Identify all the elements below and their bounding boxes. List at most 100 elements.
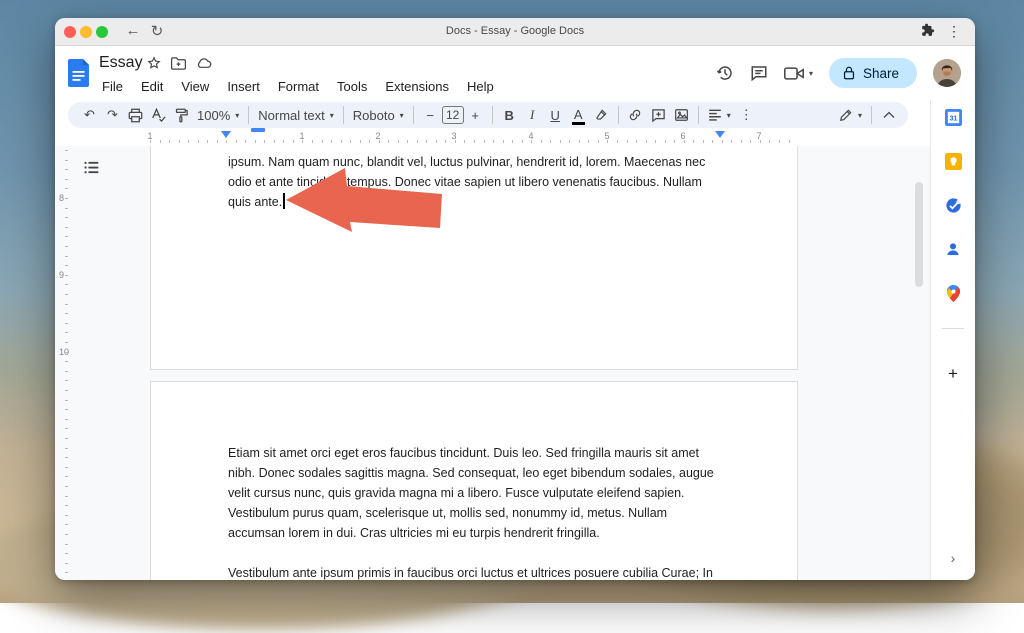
- ruler-tick: [65, 323, 68, 324]
- ruler-tick: [65, 188, 68, 189]
- google-calendar-icon[interactable]: 31: [944, 108, 962, 126]
- hide-side-panel-chevron[interactable]: ›: [951, 550, 956, 566]
- browser-menu-icon[interactable]: ⋮: [947, 23, 961, 40]
- ruler-tick: [226, 140, 227, 143]
- user-avatar[interactable]: [933, 59, 961, 87]
- font-size-input[interactable]: 12: [442, 106, 464, 124]
- add-comment-icon[interactable]: [647, 104, 670, 126]
- google-tasks-icon[interactable]: [944, 196, 962, 214]
- paint-format-icon[interactable]: [170, 104, 193, 126]
- ruler-tick: [65, 524, 68, 525]
- google-keep-icon[interactable]: [944, 152, 962, 170]
- ruler-tick: [331, 140, 332, 143]
- ruler-tick: [731, 140, 732, 143]
- highlight-color-icon[interactable]: [590, 104, 613, 126]
- lock-icon: [843, 66, 855, 80]
- ruler-tick: [341, 140, 342, 143]
- move-to-folder-icon[interactable]: [171, 57, 186, 70]
- ruler-tick: [65, 496, 68, 497]
- document-page-2[interactable]: Etiam sit amet orci eget eros faucibus t…: [150, 381, 798, 580]
- ruler-tick: [665, 140, 666, 143]
- spellcheck-icon[interactable]: [147, 104, 170, 126]
- ruler-tick: [65, 246, 68, 247]
- redo-icon[interactable]: ↷: [101, 104, 124, 126]
- print-icon[interactable]: [124, 104, 147, 126]
- menu-item[interactable]: Extensions: [378, 77, 456, 96]
- ruler-tick: [65, 515, 68, 516]
- meet-dropdown-caret-icon[interactable]: ▾: [809, 69, 813, 78]
- vertical-scrollbar-thumb[interactable]: [915, 182, 923, 287]
- text-line: velit cursus nunc, quis gravida magna mi…: [228, 483, 714, 503]
- ruler-tick: [255, 140, 256, 143]
- ruler-tick: [474, 140, 475, 143]
- document-title[interactable]: Essay: [99, 54, 143, 72]
- version-history-icon[interactable]: [716, 64, 734, 82]
- chevron-down-icon: ▾: [330, 111, 334, 120]
- ruler-tick: [531, 140, 532, 143]
- comments-icon[interactable]: [750, 64, 768, 82]
- chevron-down-icon: ▾: [400, 111, 404, 120]
- underline-button[interactable]: U: [544, 104, 567, 126]
- left-indent-marker[interactable]: [221, 131, 231, 138]
- ruler-tick: [65, 265, 68, 266]
- ruler-tick: [588, 140, 589, 143]
- text-line: Etiam sit amet orci eget eros faucibus t…: [228, 443, 714, 463]
- menu-item[interactable]: Tools: [330, 77, 374, 96]
- more-options-icon[interactable]: ⋮: [735, 104, 758, 126]
- ruler-tick: [65, 400, 68, 401]
- insert-image-icon[interactable]: [670, 104, 693, 126]
- menu-item[interactable]: Format: [271, 77, 326, 96]
- menu-item[interactable]: Insert: [220, 77, 267, 96]
- google-docs-logo[interactable]: [68, 59, 89, 87]
- text-line: Vestibulum purus quam, scelerisque ut, m…: [228, 503, 714, 523]
- menu-item[interactable]: File: [95, 77, 130, 96]
- menu-item[interactable]: Edit: [134, 77, 170, 96]
- google-contacts-icon[interactable]: [944, 240, 962, 258]
- document-page-1[interactable]: ipsum. Nam quam nunc, blandit vel, luctu…: [150, 146, 798, 370]
- meet-video-call-icon[interactable]: [784, 66, 804, 81]
- font-select[interactable]: Roboto▾: [349, 108, 408, 123]
- ruler-tick: [65, 448, 68, 449]
- browser-window: ← ↻ Docs - Essay - Google Docs ⋮ Essay: [55, 18, 975, 580]
- share-button[interactable]: Share: [829, 58, 917, 88]
- show-document-outline-icon[interactable]: [80, 156, 102, 178]
- ruler-tick: [712, 140, 713, 143]
- horizontal-ruler[interactable]: 11234567: [55, 130, 975, 146]
- insert-link-icon[interactable]: [624, 104, 647, 126]
- ruler-tick: [426, 140, 427, 143]
- menu-item[interactable]: Help: [460, 77, 501, 96]
- right-indent-marker[interactable]: [715, 131, 725, 138]
- zoom-select[interactable]: 100%▾: [193, 108, 243, 123]
- ruler-tick: [598, 140, 599, 143]
- star-icon[interactable]: [147, 56, 161, 70]
- ruler-tick: [65, 563, 68, 564]
- ruler-tick: [65, 227, 68, 228]
- extensions-puzzle-icon[interactable]: [921, 23, 935, 37]
- ruler-tick: [512, 140, 513, 143]
- undo-icon[interactable]: ↶: [78, 104, 101, 126]
- paragraph-style-select[interactable]: Normal text▾: [254, 108, 337, 123]
- ruler-tick: [283, 140, 284, 143]
- editing-mode-select[interactable]: ▾: [835, 108, 866, 122]
- ruler-tick: [646, 140, 647, 143]
- get-add-ons-button[interactable]: +: [948, 364, 958, 384]
- bold-button[interactable]: B: [498, 104, 521, 126]
- decrease-font-size-button[interactable]: −: [419, 104, 442, 126]
- ruler-tick: [493, 140, 494, 143]
- ruler-tick: [65, 380, 68, 381]
- ruler-tick: [65, 179, 68, 180]
- hide-menus-chevron-icon[interactable]: [877, 104, 900, 126]
- ruler-tick: [350, 140, 351, 143]
- cloud-status-icon[interactable]: [196, 57, 212, 69]
- ruler-tick: [541, 140, 542, 143]
- google-maps-icon[interactable]: [944, 284, 962, 302]
- first-line-indent-marker[interactable]: [251, 128, 265, 132]
- document-canvas[interactable]: 8910 ipsum. Nam quam nunc, blandit vel, …: [55, 146, 930, 580]
- text-color-button[interactable]: A: [567, 104, 590, 126]
- menu-item[interactable]: View: [174, 77, 216, 96]
- ruler-label: 8: [59, 193, 64, 203]
- ruler-tick: [398, 140, 399, 143]
- italic-button[interactable]: I: [521, 104, 544, 126]
- increase-font-size-button[interactable]: +: [464, 104, 487, 126]
- align-select[interactable]: ▾: [704, 109, 735, 121]
